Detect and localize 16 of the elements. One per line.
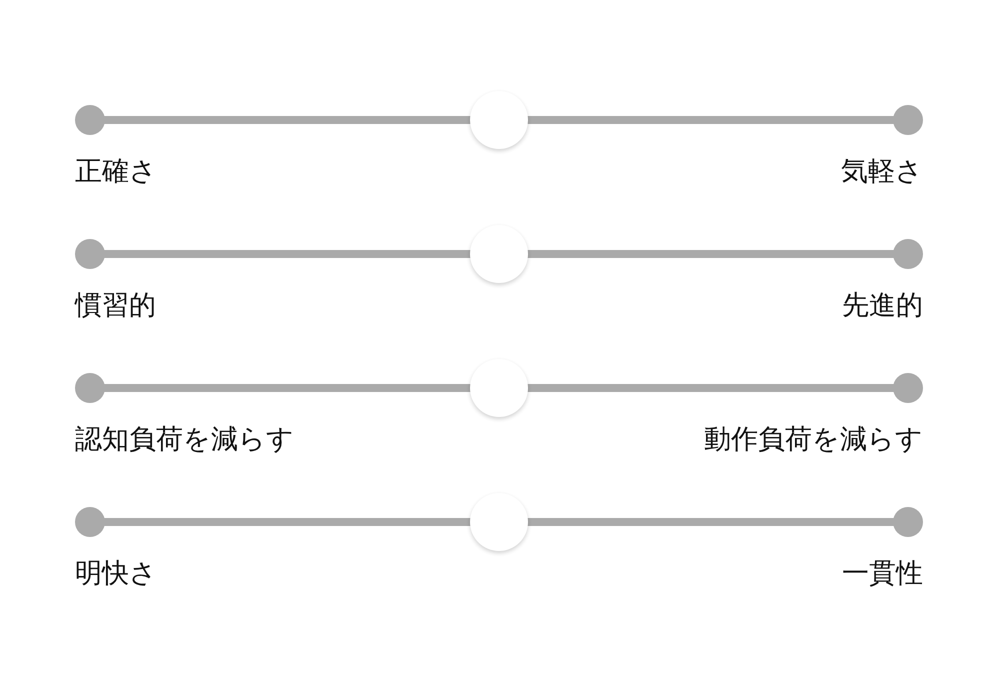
right-label: 先進的 — [842, 291, 923, 321]
left-label: 正確さ — [75, 157, 157, 187]
left-label: 認知負荷を減らす — [75, 425, 294, 455]
slider-thumb[interactable] — [470, 359, 528, 417]
slider[interactable] — [75, 225, 923, 283]
left-label: 慣習的 — [75, 291, 156, 321]
slider-thumb[interactable] — [470, 225, 528, 283]
right-label: 気軽さ — [841, 157, 923, 187]
slider[interactable] — [75, 359, 923, 417]
slider[interactable] — [75, 493, 923, 551]
slider-thumb[interactable] — [470, 493, 528, 551]
slider[interactable] — [75, 91, 923, 149]
slider-thumb[interactable] — [470, 91, 528, 149]
right-label: 一貫性 — [842, 559, 923, 589]
left-label: 明快さ — [75, 559, 157, 589]
right-label: 動作負荷を減らす — [704, 425, 923, 455]
